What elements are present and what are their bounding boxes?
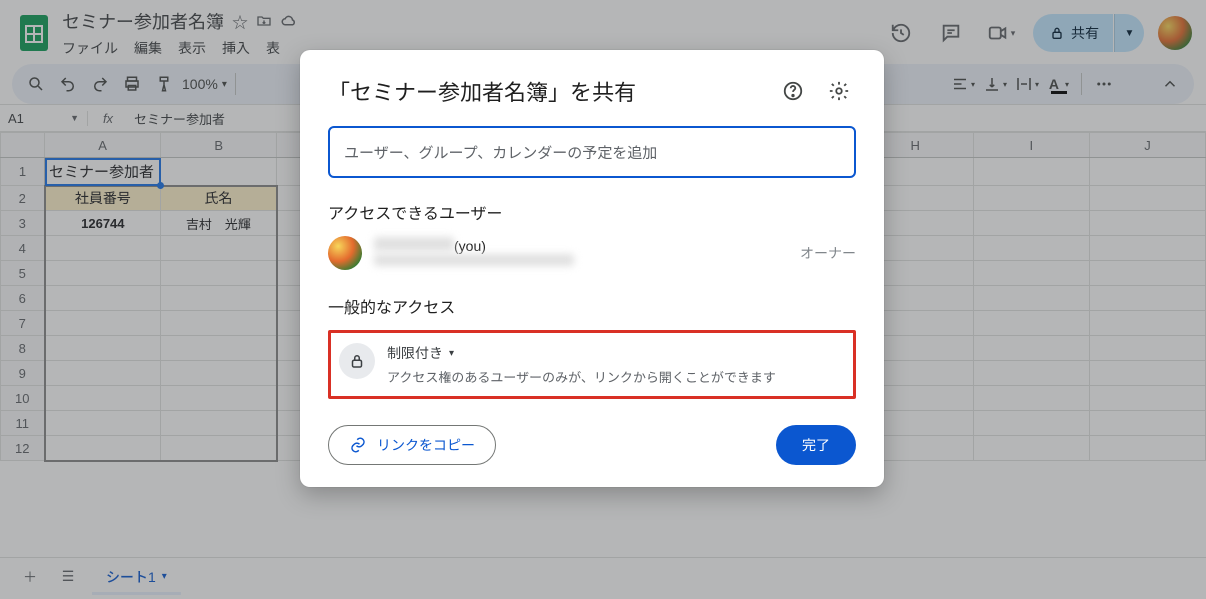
copy-link-button[interactable]: リンクをコピー: [328, 425, 496, 465]
help-icon[interactable]: [776, 74, 810, 108]
owner-name: (you): [374, 237, 788, 254]
owner-row: (you) オーナー: [328, 236, 856, 270]
owner-avatar: [328, 236, 362, 270]
dialog-title: 「セミナー参加者名簿」を共有: [328, 75, 764, 107]
share-input[interactable]: ユーザー、グループ、カレンダーの予定を追加: [328, 126, 856, 178]
access-level-dropdown[interactable]: 制限付き ▾: [387, 343, 776, 363]
gear-icon[interactable]: [822, 74, 856, 108]
owner-email: [374, 254, 788, 269]
access-users-label: アクセスできるユーザー: [328, 200, 856, 224]
general-access-label: 一般的なアクセス: [328, 294, 856, 318]
done-button[interactable]: 完了: [776, 425, 856, 465]
access-description: アクセス権のあるユーザーのみが、リンクから開くことができます: [387, 367, 776, 386]
share-dialog: 「セミナー参加者名簿」を共有 ユーザー、グループ、カレンダーの予定を追加 アクセ…: [300, 50, 884, 487]
general-access-box: 制限付き ▾ アクセス権のあるユーザーのみが、リンクから開くことができます: [328, 330, 856, 399]
owner-role: オーナー: [800, 243, 856, 263]
lock-icon: [339, 343, 375, 379]
